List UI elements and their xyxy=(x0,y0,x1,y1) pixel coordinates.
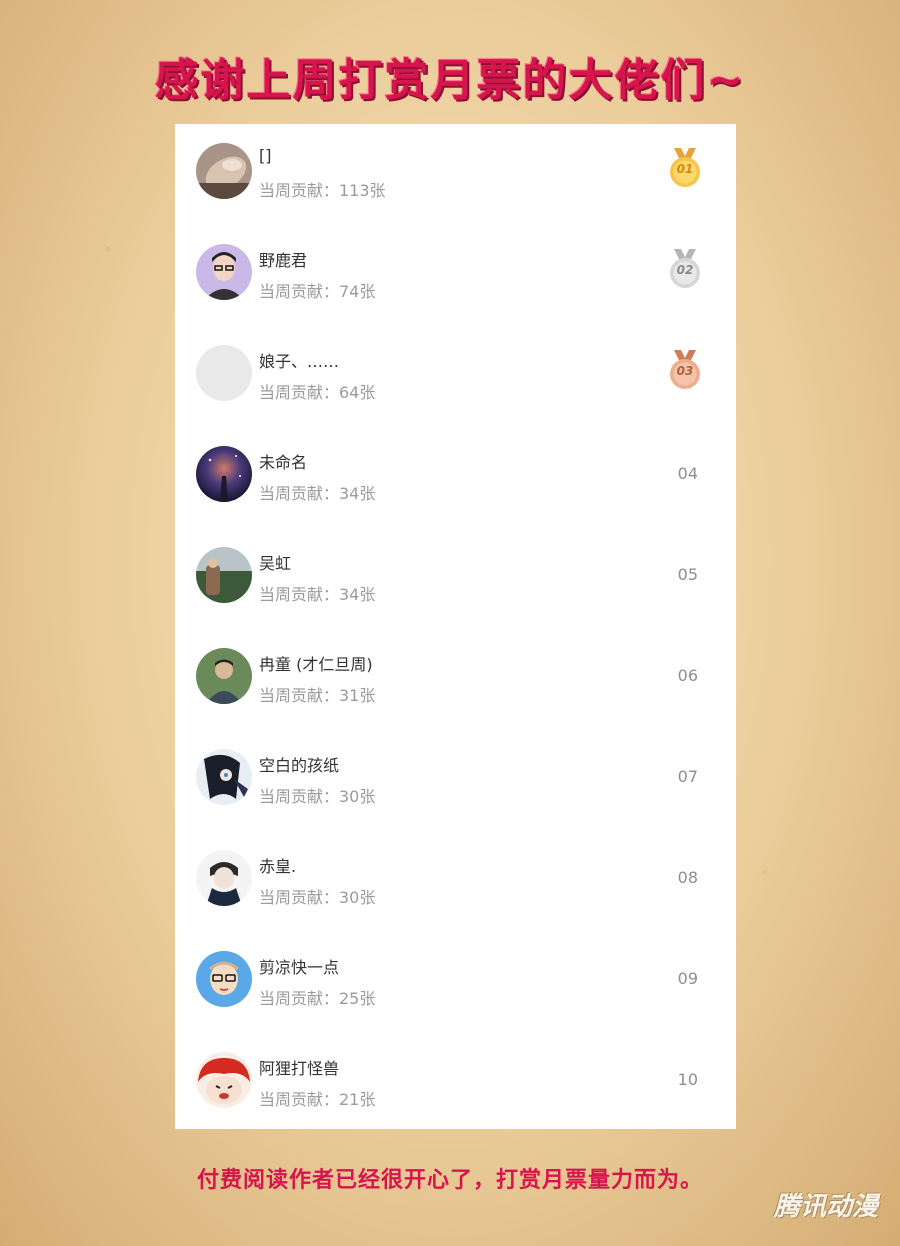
rank-number: 10 xyxy=(677,1070,698,1089)
rank-number: 05 xyxy=(677,565,698,584)
avatar[interactable] xyxy=(196,1052,252,1108)
contribution-count: 当周贡献：31张 xyxy=(259,686,376,705)
contribution-count: 当周贡献：64张 xyxy=(259,383,376,402)
user-name: 未命名 xyxy=(259,453,308,472)
rank-number: 06 xyxy=(677,666,698,685)
footer-note: 付费阅读作者已经很开心了，打赏月票量力而为。 xyxy=(196,1168,703,1193)
avatar[interactable] xyxy=(196,446,252,502)
avatar[interactable] xyxy=(196,143,252,199)
medal-rank: 02 xyxy=(676,263,694,277)
gold-medal-icon: 01 xyxy=(666,146,704,192)
contribution-count: 当周贡献：74张 xyxy=(259,282,376,301)
user-name: 阿狸打怪兽 xyxy=(259,1059,340,1078)
list-item[interactable]: [] 当周贡献：113张 01 xyxy=(175,124,736,225)
contribution-count: 当周贡献：34张 xyxy=(259,585,376,604)
rank-number: 09 xyxy=(677,969,698,988)
list-item[interactable]: 阿狸打怪兽 当周贡献：21张 10 xyxy=(175,1033,736,1134)
ranking-list: [] 当周贡献：113张 01 野鹿君 当周贡献：74张 02 娘子、…… 当周… xyxy=(175,124,736,1129)
list-item[interactable]: 野鹿君 当周贡献：74张 02 xyxy=(175,225,736,326)
list-item[interactable]: 空白的孩纸 当周贡献：30张 07 xyxy=(175,730,736,831)
rank-number: 04 xyxy=(677,464,698,483)
user-name: 空白的孩纸 xyxy=(259,756,340,775)
avatar[interactable] xyxy=(196,850,252,906)
user-name: 野鹿君 xyxy=(259,251,308,270)
bronze-medal-icon: 03 xyxy=(666,348,704,394)
page-title: 感谢上周打赏月票的大佬们~ xyxy=(154,55,746,106)
list-item[interactable]: 冉童 (才仁旦周) 当周贡献：31张 06 xyxy=(175,629,736,730)
avatar[interactable] xyxy=(196,345,252,401)
user-name: 吴虹 xyxy=(259,554,292,573)
contribution-count: 当周贡献：113张 xyxy=(259,181,386,200)
user-name: 剪凉快一点 xyxy=(259,958,340,977)
silver-medal-icon: 02 xyxy=(666,247,704,293)
avatar[interactable] xyxy=(196,648,252,704)
contribution-count: 当周贡献：30张 xyxy=(259,888,376,907)
contribution-count: 当周贡献：25张 xyxy=(259,989,376,1008)
medal-rank: 03 xyxy=(676,364,694,378)
list-item[interactable]: 剪凉快一点 当周贡献：25张 09 xyxy=(175,932,736,1033)
avatar[interactable] xyxy=(196,547,252,603)
avatar[interactable] xyxy=(196,749,252,805)
rank-number: 07 xyxy=(677,767,698,786)
avatar[interactable] xyxy=(196,244,252,300)
medal-rank: 01 xyxy=(676,162,694,176)
user-name: 娘子、…… xyxy=(259,352,340,371)
brand-watermark: 腾讯动漫 xyxy=(773,1192,878,1222)
rank-number: 08 xyxy=(677,868,698,887)
user-name: 赤皇. xyxy=(259,857,297,876)
contribution-count: 当周贡献：30张 xyxy=(259,787,376,806)
list-item[interactable]: 赤皇. 当周贡献：30张 08 xyxy=(175,831,736,932)
list-item[interactable]: 未命名 当周贡献：34张 04 xyxy=(175,427,736,528)
contribution-count: 当周贡献：21张 xyxy=(259,1090,376,1109)
list-item[interactable]: 吴虹 当周贡献：34张 05 xyxy=(175,528,736,629)
avatar[interactable] xyxy=(196,951,252,1007)
list-item[interactable]: 娘子、…… 当周贡献：64张 03 xyxy=(175,326,736,427)
user-name: 冉童 (才仁旦周) xyxy=(259,655,373,674)
contribution-count: 当周贡献：34张 xyxy=(259,484,376,503)
user-name: [] xyxy=(259,146,272,165)
